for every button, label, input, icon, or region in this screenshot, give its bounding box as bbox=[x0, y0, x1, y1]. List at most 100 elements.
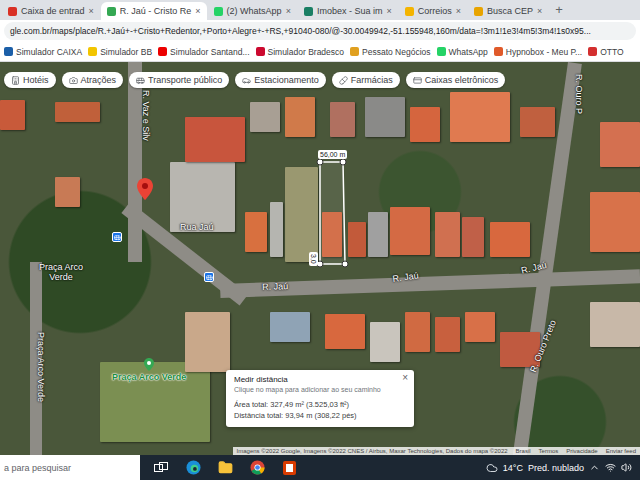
favicon-icon bbox=[8, 7, 17, 16]
bus-stop-icon[interactable] bbox=[112, 232, 122, 242]
bookmark-icon bbox=[350, 47, 359, 56]
task-view-icon[interactable] bbox=[150, 457, 172, 479]
office-icon[interactable] bbox=[278, 457, 300, 479]
bookmark[interactable]: Simulador CAIXA bbox=[4, 47, 82, 57]
park-pin-icon bbox=[144, 358, 154, 371]
rooftop bbox=[520, 107, 555, 137]
rooftop bbox=[325, 314, 365, 349]
side-length: 3,0 bbox=[309, 252, 318, 266]
rooftop bbox=[450, 92, 510, 142]
bookmark[interactable]: WhatsApp bbox=[437, 47, 488, 57]
panel-hint: Clique no mapa para adicionar ao seu cam… bbox=[234, 386, 406, 393]
rooftop bbox=[590, 192, 640, 252]
rooftop bbox=[435, 317, 460, 352]
map-label[interactable]: R. Ouro P bbox=[574, 74, 584, 114]
category-icon bbox=[11, 76, 20, 85]
category-icon bbox=[136, 76, 145, 85]
segment-length: 56,00 m bbox=[318, 150, 347, 159]
bookmark[interactable]: Simulador Bradesco bbox=[256, 47, 345, 57]
rooftop bbox=[270, 312, 310, 342]
tab-close-button[interactable]: × bbox=[286, 6, 291, 16]
rooftop bbox=[185, 117, 245, 162]
bookmark[interactable]: Simulador BB bbox=[88, 47, 152, 57]
bookmark[interactable]: Pessato Negócios bbox=[350, 47, 431, 57]
bookmark-icon bbox=[494, 47, 503, 56]
rooftop bbox=[185, 312, 230, 372]
category-chip[interactable]: Caixas eletrônicos bbox=[406, 72, 506, 88]
location-pin-icon[interactable] bbox=[137, 178, 153, 200]
rooftop bbox=[600, 122, 640, 167]
map[interactable]: 56,00 m3,0R. Vaz e SilvRua JaúR. JaúR. J… bbox=[0, 62, 640, 455]
bookmarks-bar: Simulador CAIXA Simulador BB Simulador San… bbox=[0, 42, 640, 62]
tab-close-button[interactable]: × bbox=[456, 6, 461, 16]
rooftop bbox=[405, 312, 430, 352]
rooftop bbox=[250, 102, 280, 132]
tab-close-button[interactable]: × bbox=[195, 6, 200, 16]
total-area: Área total: 327,49 m² (3.525,03 ft²) bbox=[234, 400, 406, 409]
favicon-icon bbox=[405, 7, 414, 16]
favicon-icon bbox=[107, 7, 116, 16]
browser-tab[interactable]: Correios× bbox=[399, 2, 467, 20]
browser-tab[interactable]: Caixa de entrad× bbox=[2, 2, 100, 20]
category-chips: Hotéis Atrações Transporte público Estacion… bbox=[4, 72, 505, 88]
new-tab-button[interactable]: + bbox=[549, 2, 569, 19]
address-bar[interactable]: gle.com.br/maps/place/R.+Jaú+-+Cristo+Re… bbox=[4, 22, 636, 40]
browser-tab[interactable]: (2) WhatsApp × bbox=[208, 2, 297, 20]
edge-icon[interactable] bbox=[182, 457, 204, 479]
map-label[interactable]: R. Jaú bbox=[262, 281, 288, 292]
chrome-icon[interactable] bbox=[246, 457, 268, 479]
map-label[interactable]: Rua Jaú bbox=[180, 222, 214, 232]
volume-icon[interactable] bbox=[621, 462, 632, 473]
weather-condition[interactable]: Pred. nublado bbox=[528, 463, 584, 473]
tab-label: Imobex - Sua im bbox=[317, 6, 383, 16]
rooftop bbox=[55, 102, 100, 122]
browser-tab[interactable]: Imobex - Sua im× bbox=[298, 2, 398, 20]
rooftop bbox=[285, 167, 318, 262]
footer-link[interactable]: Enviar feed bbox=[606, 448, 636, 454]
taskbar-search[interactable]: a para pesquisar bbox=[0, 455, 140, 480]
category-chip[interactable]: Estacionamento bbox=[235, 72, 326, 88]
close-button[interactable]: × bbox=[402, 372, 408, 383]
bookmark-icon bbox=[588, 47, 597, 56]
temperature[interactable]: 14°C bbox=[503, 463, 523, 473]
category-chip[interactable]: Atrações bbox=[62, 72, 124, 88]
bookmark[interactable]: OTTO bbox=[588, 47, 623, 57]
address-row: gle.com.br/maps/place/R.+Jaú+-+Cristo+Re… bbox=[0, 20, 640, 42]
category-chip[interactable]: Farmácias bbox=[332, 72, 400, 88]
rooftop bbox=[435, 212, 460, 257]
category-chip[interactable]: Transporte público bbox=[129, 72, 229, 88]
network-icon[interactable] bbox=[605, 462, 616, 473]
tab-close-button[interactable]: × bbox=[386, 6, 391, 16]
rooftop bbox=[285, 97, 315, 137]
favicon-icon bbox=[214, 7, 223, 16]
tab-close-button[interactable]: × bbox=[537, 6, 542, 16]
rooftop bbox=[0, 100, 25, 130]
rooftop bbox=[390, 207, 430, 255]
category-chip[interactable]: Hotéis bbox=[4, 72, 56, 88]
map-label[interactable]: R. Vaz e Silv bbox=[141, 90, 151, 141]
rooftop bbox=[170, 162, 235, 232]
category-icon bbox=[339, 76, 348, 85]
cloud-icon bbox=[486, 462, 498, 474]
bus-stop-icon[interactable] bbox=[204, 272, 214, 282]
map-label[interactable]: Praça Arco Verde bbox=[30, 262, 92, 282]
browser-tab[interactable]: R. Jaú - Cristo Re× bbox=[101, 2, 207, 20]
bookmark-icon bbox=[158, 47, 167, 56]
tab-label: Busca CEP bbox=[487, 6, 533, 16]
footer-link[interactable]: Brasil bbox=[516, 448, 531, 454]
category-icon bbox=[69, 76, 78, 85]
category-icon bbox=[242, 76, 251, 85]
bookmark[interactable]: Hypnobox - Meu P... bbox=[494, 47, 582, 57]
chevron-up-icon[interactable] bbox=[589, 462, 600, 473]
map-label[interactable]: Praça Arco Verde bbox=[112, 358, 186, 382]
tab-label: (2) WhatsApp bbox=[227, 6, 282, 16]
file-explorer-icon[interactable] bbox=[214, 457, 236, 479]
tab-close-button[interactable]: × bbox=[89, 6, 94, 16]
browser-tab[interactable]: Busca CEP × bbox=[468, 2, 548, 20]
footer-link: Imagens ©2022 Google, Imagens ©2022 CNES… bbox=[237, 448, 508, 454]
bookmark[interactable]: Simulador Santand... bbox=[158, 47, 249, 57]
map-label[interactable]: Praça Arco Verde bbox=[36, 332, 46, 402]
footer-link[interactable]: Privacidade bbox=[566, 448, 597, 454]
rooftop bbox=[370, 322, 400, 362]
footer-link[interactable]: Termos bbox=[539, 448, 559, 454]
